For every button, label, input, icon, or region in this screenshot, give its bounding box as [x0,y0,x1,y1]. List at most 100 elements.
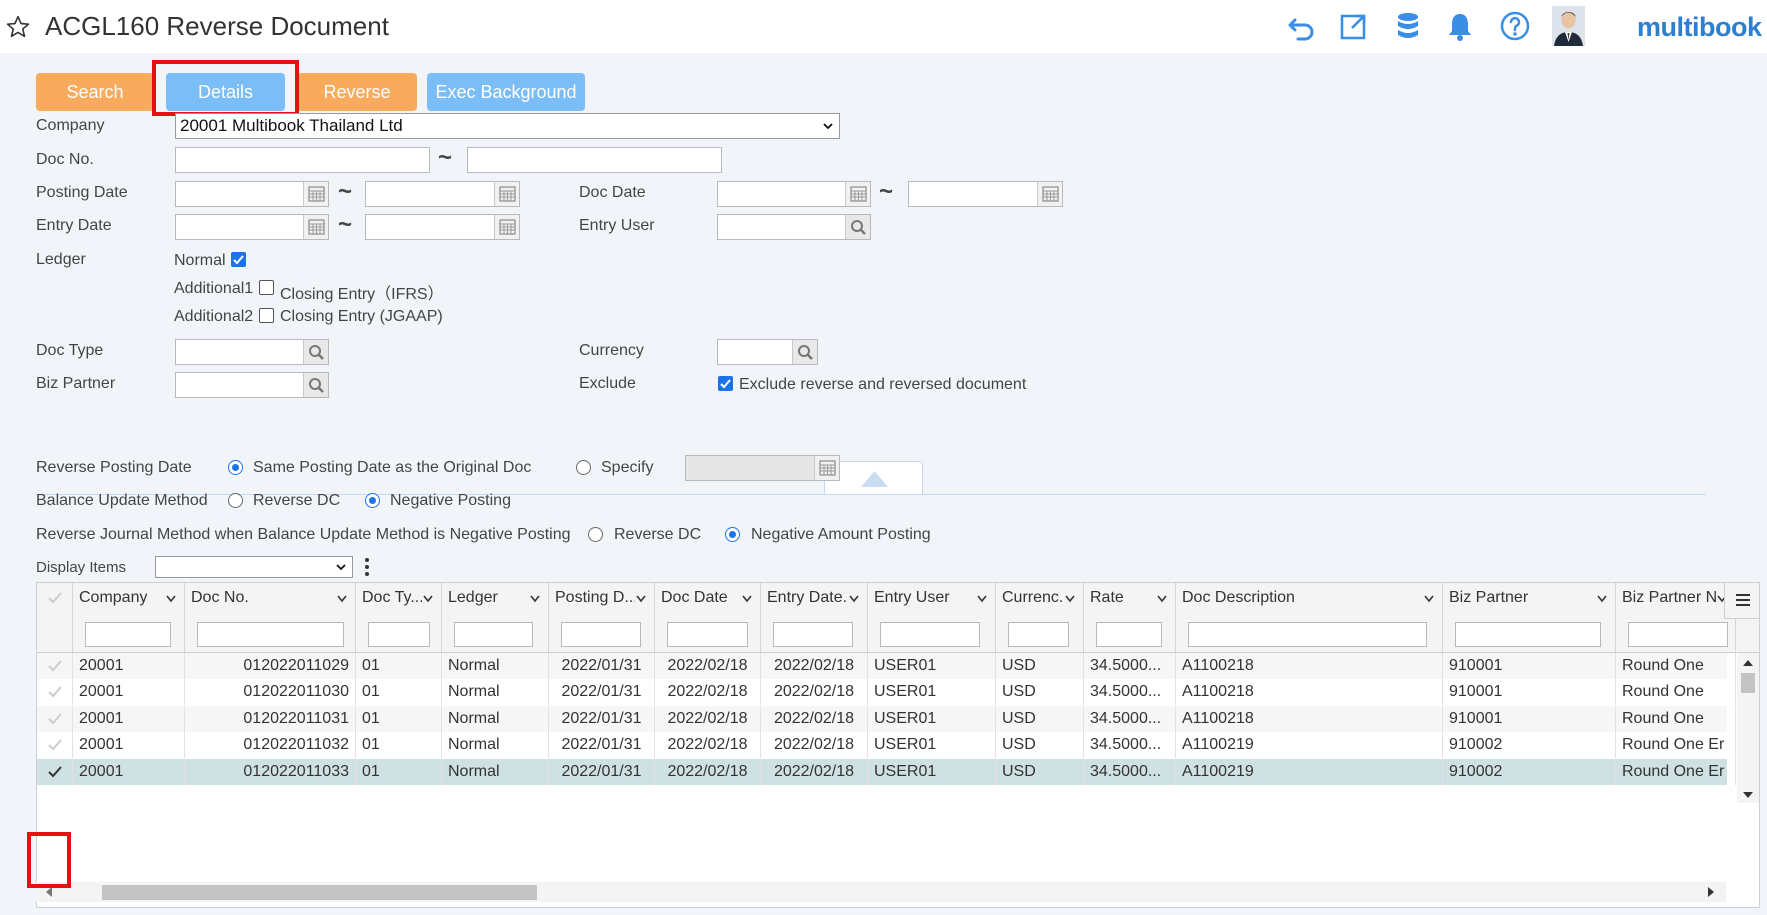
closing-entry-jgaap-checkbox[interactable] [259,308,274,323]
doc-date-from-input[interactable] [717,181,871,207]
negative-posting-radio[interactable] [365,493,380,508]
more-vertical-icon[interactable] [362,556,372,578]
exec-background-button[interactable]: Exec Background [427,73,585,111]
column-filter-input[interactable] [1008,622,1069,647]
column-filter-input[interactable] [773,622,853,647]
entry-date-from-input[interactable] [175,214,329,240]
doc-date-to-input[interactable] [908,181,1063,207]
reverse-button[interactable]: Reverse [297,73,417,111]
column-header[interactable]: Doc Ty... [356,583,442,653]
calendar-icon[interactable] [494,182,519,206]
specify-date-input[interactable] [685,455,840,481]
search-icon[interactable] [303,340,328,364]
calendar-icon[interactable] [845,182,870,206]
calendar-icon[interactable] [814,456,839,480]
doc-type-input[interactable] [175,339,329,365]
column-header[interactable]: Currenc... [996,583,1084,653]
chevron-down-icon[interactable] [977,595,987,603]
chevron-down-icon[interactable] [849,595,859,603]
column-header[interactable]: Doc Date [655,583,761,653]
column-header[interactable]: Entry Date... [761,583,868,653]
column-filter-input[interactable] [1455,622,1601,647]
column-header[interactable]: Ledger [442,583,549,653]
column-filter-input[interactable] [85,622,171,647]
biz-partner-input[interactable] [175,372,329,398]
table-row[interactable]: 20001 012022011031 01 Normal 2022/01/31 2022/… [37,705,1736,732]
row-checkbox[interactable] [37,653,73,679]
exclude-checkbox[interactable] [718,376,733,391]
column-header[interactable]: Biz Partner N... [1616,583,1736,653]
display-items-select[interactable] [155,556,353,578]
column-header[interactable]: Company [73,583,185,653]
vertical-scrollbar[interactable] [1737,653,1759,803]
entry-user-input[interactable] [717,214,871,240]
calendar-icon[interactable] [303,182,328,206]
closing-entry-ifrs-checkbox[interactable] [259,280,274,295]
avatar[interactable] [1552,6,1585,46]
column-filter-input[interactable] [454,622,533,647]
chevron-down-icon[interactable] [166,595,176,603]
column-filter-input[interactable] [197,622,344,647]
help-icon[interactable] [1499,10,1531,42]
row-checkbox[interactable] [37,758,73,785]
chevron-down-icon[interactable] [530,595,540,603]
entry-date-to-input[interactable] [365,214,520,240]
column-filter-input[interactable] [667,622,748,647]
calendar-icon[interactable] [1037,182,1062,206]
column-filter-input[interactable] [1188,622,1427,647]
row-checkbox[interactable] [37,705,73,732]
row-checkbox[interactable] [37,732,73,759]
chevron-down-icon[interactable] [1157,595,1167,603]
column-filter-input[interactable] [561,622,641,647]
column-header[interactable]: Entry User [868,583,996,653]
search-button[interactable]: Search [36,73,154,111]
chevron-down-icon[interactable] [1424,595,1434,603]
export-icon[interactable] [1338,10,1370,42]
table-row[interactable]: 20001 012022011032 01 Normal 2022/01/31 2022/… [37,732,1736,759]
chevron-down-icon[interactable] [423,595,433,603]
row-checkbox[interactable] [37,679,73,706]
reverse-dc-journal-radio[interactable] [588,527,603,542]
column-header[interactable]: Biz Partner [1443,583,1616,653]
horizontal-scrollbar[interactable] [36,882,1726,902]
table-row[interactable]: 20001 012022011029 01 Normal 2022/01/31 2022/… [37,653,1736,679]
doc-no-from-input[interactable] [175,147,430,173]
table-row[interactable]: 20001 012022011030 01 Normal 2022/01/31 2022/… [37,679,1736,706]
reverse-dc-radio[interactable] [228,493,243,508]
chevron-down-icon[interactable] [636,595,646,603]
search-icon[interactable] [845,215,870,239]
column-filter-input[interactable] [1096,622,1162,647]
bell-icon[interactable] [1444,10,1476,42]
star-icon[interactable] [5,14,31,40]
column-header[interactable]: Doc No. [185,583,356,653]
calendar-icon[interactable] [494,215,519,239]
company-select[interactable]: 20001 Multibook Thailand Ltd [175,113,840,139]
chevron-down-icon[interactable] [337,595,347,603]
column-filter-input[interactable] [880,622,980,647]
specify-radio[interactable] [576,460,591,475]
search-icon[interactable] [303,373,328,397]
negative-amount-posting-radio[interactable] [725,527,740,542]
doc-no-to-input[interactable] [467,147,722,173]
column-filter-input[interactable] [1628,622,1728,647]
column-header[interactable]: Rate [1084,583,1176,653]
chevron-down-icon[interactable] [1065,595,1075,603]
search-icon[interactable] [792,340,817,364]
ledger-normal-checkbox[interactable] [231,252,246,267]
column-menu-button[interactable] [1724,583,1759,619]
same-posting-date-radio[interactable] [228,460,243,475]
table-row[interactable]: 20001 012022011033 01 Normal 2022/01/31 2022/… [37,758,1736,785]
scroll-thumb[interactable] [102,885,537,900]
column-filter-input[interactable] [368,622,430,647]
chevron-down-icon[interactable] [742,595,752,603]
column-header[interactable]: Doc Description [1176,583,1443,653]
calendar-icon[interactable] [303,215,328,239]
database-icon[interactable] [1392,10,1424,42]
undo-icon[interactable] [1286,10,1318,42]
chevron-down-icon[interactable] [1597,595,1607,603]
currency-input[interactable] [717,339,818,365]
posting-date-to-input[interactable] [365,181,520,207]
column-header[interactable]: Posting D... [549,583,655,653]
select-all-checkbox[interactable] [37,583,73,653]
posting-date-from-input[interactable] [175,181,329,207]
